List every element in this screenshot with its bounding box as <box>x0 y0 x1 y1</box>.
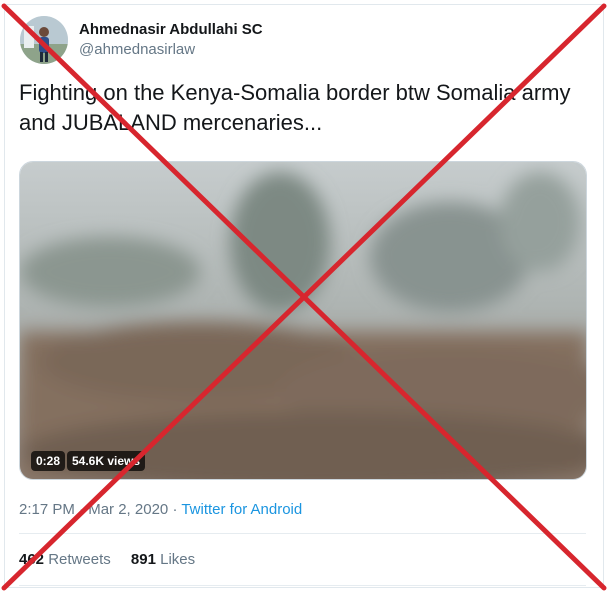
likes-label: Likes <box>160 551 196 568</box>
author-handle[interactable]: @ahmednasirlaw <box>79 41 195 58</box>
author-name[interactable]: Ahmednasir Abdullahi SC <box>79 21 263 38</box>
likes-stat[interactable]: 891 Likes <box>131 551 195 568</box>
divider <box>19 585 586 586</box>
video-views: 54.6K views <box>67 451 146 471</box>
retweets-stat[interactable]: 462 Retweets <box>19 551 115 568</box>
retweets-count: 462 <box>19 551 45 568</box>
tweet-text: Fighting on the Kenya-Somalia border btw… <box>19 80 571 135</box>
video-duration: 0:28 <box>31 451 66 471</box>
tweet-meta: 2:17 PM · Mar 2, 2020 · Twitter for Andr… <box>19 501 302 518</box>
avatar-image <box>20 16 68 64</box>
tweet-time[interactable]: 2:17 PM <box>19 501 75 518</box>
meta-separator: · <box>172 501 178 518</box>
likes-count: 891 <box>130 551 156 568</box>
video-frame <box>20 162 586 479</box>
tweet-source-link[interactable]: Twitter for Android <box>181 501 302 518</box>
divider <box>19 533 586 534</box>
retweets-label: Retweets <box>48 551 111 568</box>
tweet-date[interactable]: Mar 2, 2020 <box>88 501 168 518</box>
video-player[interactable]: 0:28 54.6K views <box>19 161 587 480</box>
engagement-stats: 462 Retweets 891 Likes <box>19 551 211 568</box>
avatar[interactable] <box>20 16 68 64</box>
meta-separator: · <box>79 501 85 518</box>
